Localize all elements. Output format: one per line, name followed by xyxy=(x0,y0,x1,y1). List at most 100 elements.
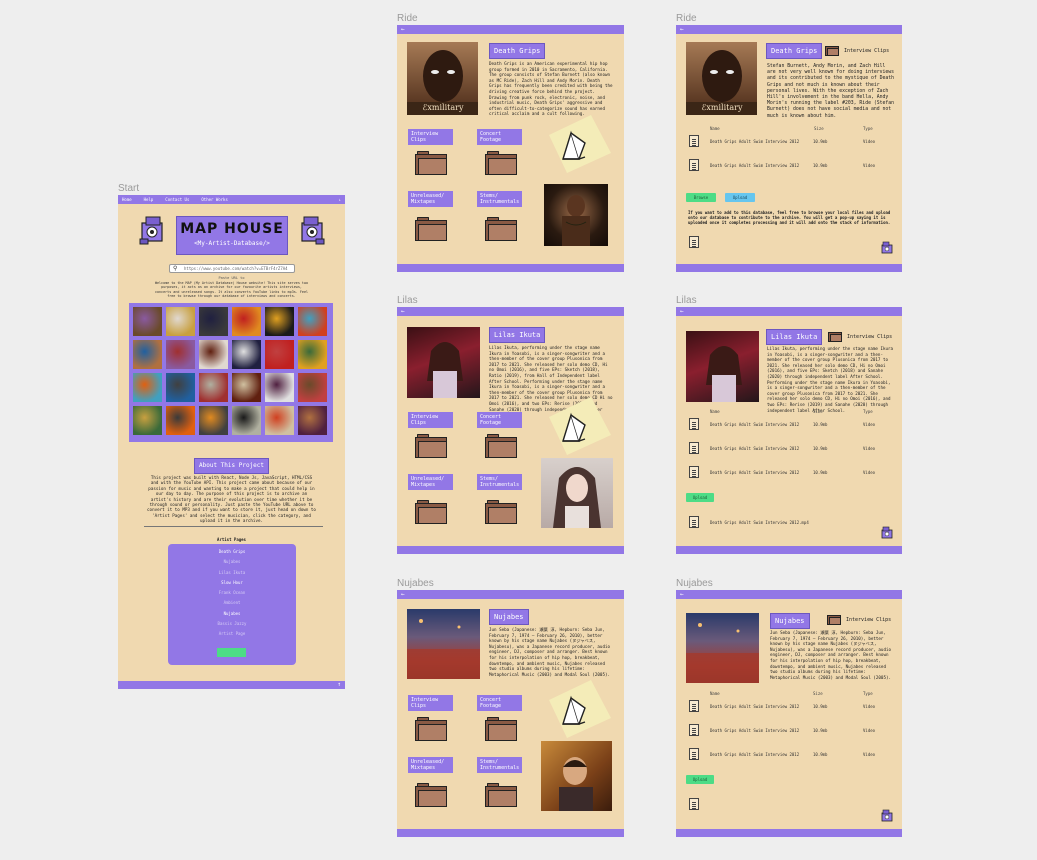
col-name: Name xyxy=(710,409,720,414)
album-thumbnail[interactable] xyxy=(199,340,228,369)
nav-home[interactable]: Home xyxy=(122,195,132,204)
col-type: Type xyxy=(863,126,873,131)
folder-concert-icon[interactable] xyxy=(485,434,517,458)
back-arrow-icon[interactable]: ← xyxy=(680,591,684,598)
album-thumbnail[interactable] xyxy=(133,307,162,336)
folder-concert-icon[interactable] xyxy=(485,151,517,175)
album-thumbnail[interactable] xyxy=(265,406,294,435)
artist-link-lilas[interactable]: Lilas Ikuta xyxy=(168,568,296,578)
row-type: Video xyxy=(863,163,876,168)
nujabes-frame: ← Nujabes Jun Seba (Japanese: 瀬葉 淳, Hepb… xyxy=(397,590,624,837)
robot-icon xyxy=(880,808,894,822)
tab-stems[interactable]: Stems/ Instrumentals xyxy=(477,757,522,773)
album-thumbnail[interactable] xyxy=(133,373,162,402)
tab-unreleased[interactable]: Unreleased/ Mixtapes xyxy=(408,191,453,207)
upload-button[interactable]: Upload xyxy=(725,193,755,202)
album-thumbnail[interactable] xyxy=(199,373,228,402)
album-thumbnail[interactable] xyxy=(232,307,261,336)
folder-stems-icon[interactable] xyxy=(485,500,517,524)
artist-link-ambient[interactable]: Ambient xyxy=(168,598,296,608)
album-thumbnail[interactable] xyxy=(265,340,294,369)
tab-stems[interactable]: Stems/ Instrumentals xyxy=(477,474,522,490)
artist-link-slow-hour[interactable]: Slow Hour xyxy=(168,578,296,588)
row-name[interactable]: Death Grips Adult Swim Interview 2012 xyxy=(710,446,799,451)
album-thumbnail[interactable] xyxy=(265,307,294,336)
artist-link-death-grips[interactable]: Death Grips xyxy=(168,547,296,557)
folder-interview-icon[interactable] xyxy=(415,717,447,741)
row-name[interactable]: Death Grips Adult Swim Interview 2012 xyxy=(710,470,799,475)
folder-interview-icon[interactable] xyxy=(415,151,447,175)
row-name[interactable]: Death Grips Adult Swim Interview 2012 xyxy=(710,163,799,168)
tab-unreleased[interactable]: Unreleased/ Mixtapes xyxy=(408,757,453,773)
artist-description: Jun Seba (Japanese: 瀬葉 淳, Hepburn: Seba … xyxy=(770,630,892,680)
tab-unreleased[interactable]: Unreleased/ Mixtapes xyxy=(408,474,453,490)
folder-unreleased-icon[interactable] xyxy=(415,500,447,524)
top-bar: ← xyxy=(397,307,624,316)
album-thumbnail[interactable] xyxy=(166,406,195,435)
tab-concert-footage[interactable]: Concert Footage xyxy=(477,412,522,428)
arrow-down-icon[interactable]: ↓ xyxy=(339,195,341,204)
book-icon xyxy=(541,397,611,455)
browse-button[interactable]: Browse xyxy=(686,193,716,202)
album-thumbnail[interactable] xyxy=(265,373,294,402)
folder-unreleased-icon[interactable] xyxy=(415,217,447,241)
album-thumbnail[interactable] xyxy=(298,307,327,336)
upload-button[interactable]: Upload xyxy=(686,493,714,502)
tab-interview-clips[interactable]: Interview Clips xyxy=(408,695,453,711)
artist-link-frank-ocean[interactable]: Frank Ocean xyxy=(168,588,296,598)
folder-unreleased-icon[interactable] xyxy=(415,783,447,807)
artist-go-button[interactable] xyxy=(217,648,246,657)
album-thumbnail[interactable] xyxy=(166,340,195,369)
back-arrow-icon[interactable]: ← xyxy=(680,308,684,315)
nav-contact[interactable]: Contact Us xyxy=(165,195,189,204)
row-name[interactable]: Death Grips Adult Swim Interview 2012 xyxy=(710,752,799,757)
tab-concert-footage[interactable]: Concert Footage xyxy=(477,129,522,145)
back-arrow-icon[interactable]: ← xyxy=(401,308,405,315)
back-arrow-icon[interactable]: ← xyxy=(401,26,405,33)
artist-link-bassis[interactable]: Bassis Jazzy xyxy=(168,619,296,629)
upload-button[interactable]: Upload xyxy=(686,775,714,784)
album-thumbnail[interactable] xyxy=(166,373,195,402)
search-input[interactable]: ⚲ https://www.youtube.com/watch?v=ETBrF4… xyxy=(169,264,295,273)
back-arrow-icon[interactable]: ← xyxy=(680,26,684,33)
album-thumbnail[interactable] xyxy=(232,373,261,402)
uploaded-file-name[interactable]: Death Grips Adult Swim Interview 2012.mp… xyxy=(710,520,809,525)
folder-icon xyxy=(827,614,841,625)
album-thumbnail[interactable] xyxy=(133,340,162,369)
nav-other-works[interactable]: Other Works xyxy=(201,195,228,204)
album-thumbnail[interactable] xyxy=(232,406,261,435)
artist-title: Death Grips xyxy=(766,43,823,59)
ride-frame: ← ℰxmilitary Death Grips Death Grips is … xyxy=(397,25,624,272)
artist-link-artist-page[interactable]: Artist Page xyxy=(168,629,296,639)
bottom-bar xyxy=(397,546,624,554)
folder-interview-icon[interactable] xyxy=(415,434,447,458)
folder-stems-icon[interactable] xyxy=(485,217,517,241)
back-arrow-icon[interactable]: ← xyxy=(401,591,405,598)
tab-concert-footage[interactable]: Concert Footage xyxy=(477,695,522,711)
row-name[interactable]: Death Grips Adult Swim Interview 2012 xyxy=(710,139,799,144)
album-thumbnail[interactable] xyxy=(232,340,261,369)
album-thumbnail[interactable] xyxy=(298,373,327,402)
artist-link-nujabes-2[interactable]: Nujabes xyxy=(168,609,296,619)
row-name[interactable]: Death Grips Adult Swim Interview 2012 xyxy=(710,728,799,733)
file-icon xyxy=(689,236,699,248)
folder-stems-icon[interactable] xyxy=(485,783,517,807)
nav-bar: Home Help Contact Us Other Works ↓ xyxy=(118,195,345,204)
album-thumbnail[interactable] xyxy=(199,307,228,336)
album-thumbnail[interactable] xyxy=(133,406,162,435)
col-size: Size xyxy=(813,409,823,414)
tab-interview-clips[interactable]: Interview Clips xyxy=(408,129,453,145)
nav-help[interactable]: Help xyxy=(144,195,154,204)
arrow-up-icon[interactable]: ↑ xyxy=(337,681,341,689)
row-name[interactable]: Death Grips Adult Swim Interview 2012 xyxy=(710,422,799,427)
artist-link-nujabes[interactable]: Nujabes xyxy=(168,557,296,567)
row-name[interactable]: Death Grips Adult Swim Interview 2012 xyxy=(710,704,799,709)
album-thumbnail[interactable] xyxy=(199,406,228,435)
artist-description: Death Grips is an American experimental … xyxy=(489,61,613,117)
album-thumbnail[interactable] xyxy=(298,340,327,369)
tab-stems[interactable]: Stems/ Instrumentals xyxy=(477,191,522,207)
album-thumbnail[interactable] xyxy=(298,406,327,435)
folder-concert-icon[interactable] xyxy=(485,717,517,741)
album-thumbnail[interactable] xyxy=(166,307,195,336)
tab-interview-clips[interactable]: Interview Clips xyxy=(408,412,453,428)
